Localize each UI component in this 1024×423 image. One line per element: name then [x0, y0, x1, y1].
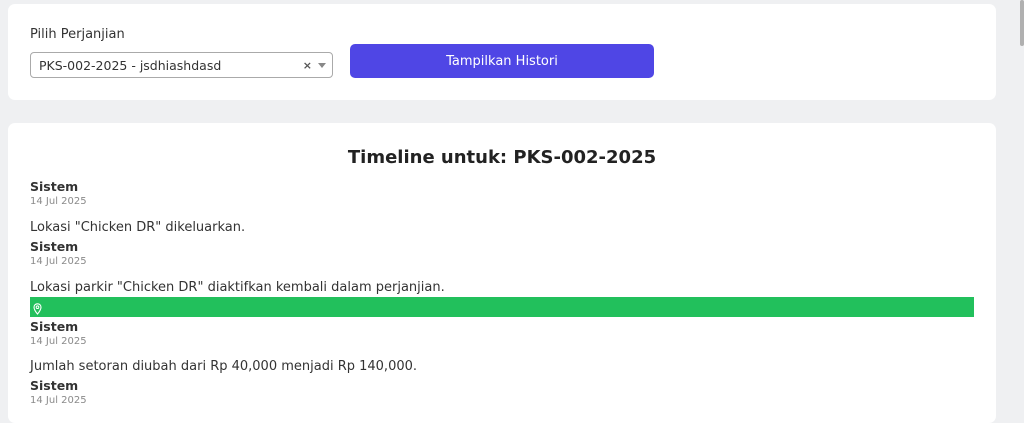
entry-message: Lokasi parkir "Chicken DR" diaktifkan ke…: [30, 280, 445, 295]
page-scrollbar[interactable]: [1020, 0, 1024, 46]
clear-selection-icon[interactable]: ×: [303, 59, 312, 72]
agreement-select[interactable]: PKS-002-2025 - jsdhiashdasd ×: [30, 52, 333, 78]
timeline-entry: Sistem 14 Jul 2025: [30, 319, 974, 349]
entry-date: 14 Jul 2025: [30, 395, 87, 406]
agreement-select-value: PKS-002-2025 - jsdhiashdasd: [39, 57, 222, 73]
agreement-select-label: Pilih Perjanjian: [30, 27, 125, 42]
timeline-title: Timeline untuk: PKS-002-2025: [347, 147, 657, 168]
entry-actor: Sistem: [30, 378, 79, 393]
entry-actor: Sistem: [30, 319, 79, 334]
filter-card: Pilih Perjanjian PKS-002-2025 - jsdhiash…: [8, 4, 996, 100]
entry-date: 14 Jul 2025: [30, 196, 87, 207]
entry-actor: Sistem: [30, 239, 79, 254]
entry-message: Lokasi "Chicken DR" dikeluarkan.: [30, 220, 246, 235]
timeline-entry: Sistem 14 Jul 2025: [30, 239, 974, 269]
timeline-entry: Sistem 14 Jul 2025: [30, 378, 974, 408]
location-event-bar: [30, 297, 974, 317]
map-pin-icon: [33, 300, 42, 319]
entry-date: 14 Jul 2025: [30, 336, 87, 347]
chevron-down-icon[interactable]: [318, 62, 326, 68]
timeline-card: Timeline untuk: PKS-002-2025 Sistem 14 J…: [8, 123, 996, 423]
show-history-button[interactable]: Tampilkan Histori: [350, 44, 654, 78]
entry-message: Jumlah setoran diubah dari Rp 40,000 men…: [30, 359, 418, 374]
entry-date: 14 Jul 2025: [30, 256, 87, 267]
entry-actor: Sistem: [30, 179, 79, 194]
timeline-entry: Sistem 14 Jul 2025: [30, 179, 974, 209]
